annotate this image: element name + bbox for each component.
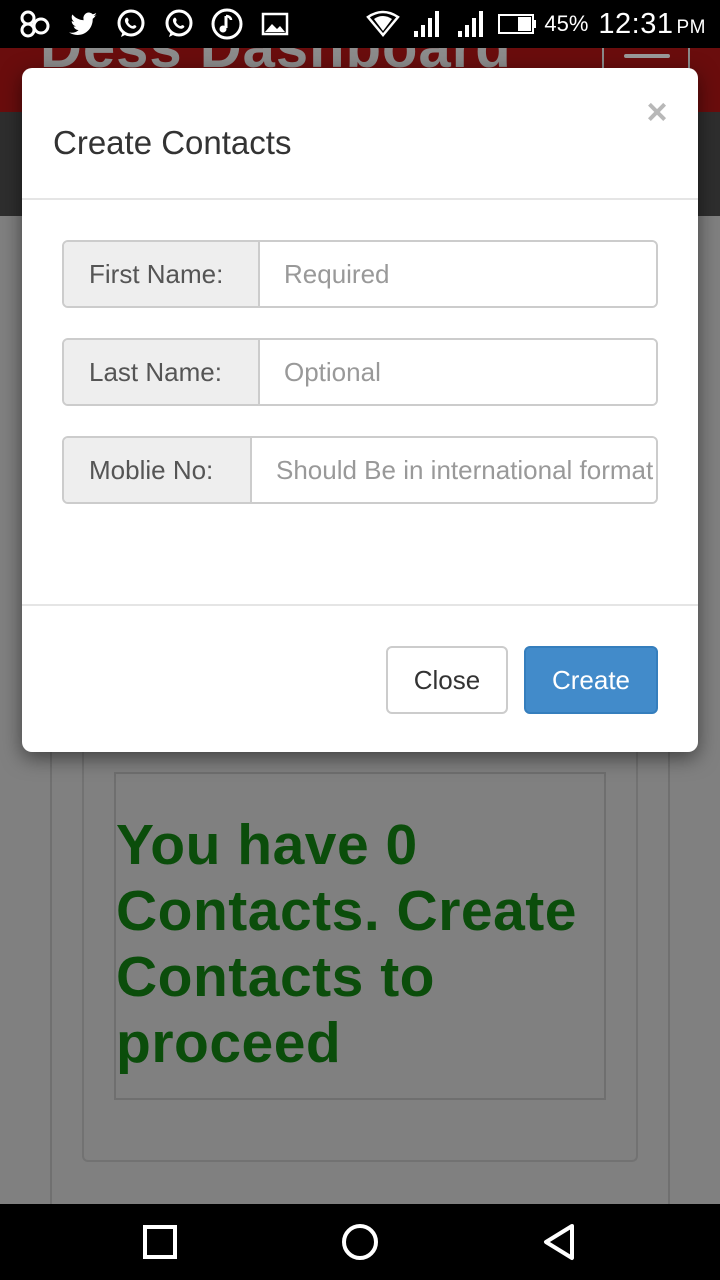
- mobile-no-input[interactable]: [252, 438, 656, 502]
- image-icon: [261, 12, 289, 36]
- battery-percent: 45%: [544, 11, 589, 36]
- clock-time: 12:31: [598, 7, 674, 40]
- twitter-icon: [69, 12, 97, 35]
- recent-apps-icon[interactable]: [138, 1220, 182, 1264]
- modal-title: Create Contacts: [53, 124, 292, 161]
- home-icon[interactable]: [338, 1220, 382, 1264]
- clock: 12:31 PM: [598, 8, 706, 41]
- empty-contacts-message: You have 0 Contacts. Create Contacts to …: [116, 813, 577, 1075]
- signal-icon: [458, 11, 484, 37]
- clock-ampm: PM: [676, 16, 706, 38]
- close-icon[interactable]: ×: [640, 92, 674, 132]
- first-name-group: First Name:: [62, 240, 658, 308]
- create-contacts-modal: Create Contacts × First Name: Last Name:…: [22, 68, 698, 752]
- notification-icons: [18, 6, 292, 42]
- whatsapp-icon: [117, 9, 145, 37]
- whatsapp-icon: [165, 9, 193, 37]
- status-bar: 45% 12:31 PM: [0, 0, 720, 48]
- close-button[interactable]: Close: [386, 646, 508, 714]
- battery-icon: [498, 14, 537, 34]
- create-button[interactable]: Create: [524, 646, 658, 714]
- last-name-label: Last Name:: [64, 340, 260, 404]
- back-icon[interactable]: [538, 1220, 582, 1264]
- wifi-icon: [366, 10, 401, 37]
- signal-icon: [414, 11, 440, 37]
- last-name-input[interactable]: [260, 340, 656, 404]
- first-name-input[interactable]: [260, 242, 656, 306]
- modal-footer: Close Create: [22, 604, 698, 752]
- status-indicators: 45% 12:31 PM: [366, 6, 706, 42]
- mobile-no-group: Moblie No:: [62, 436, 658, 504]
- modal-header: Create Contacts ×: [22, 68, 698, 200]
- navigation-bar: [0, 1204, 720, 1280]
- last-name-group: Last Name:: [62, 338, 658, 406]
- first-name-label: First Name:: [64, 242, 260, 306]
- menu-icon: [624, 54, 670, 58]
- app-notification-icon: [20, 10, 50, 38]
- music-icon: [211, 8, 243, 40]
- mobile-no-label: Moblie No:: [64, 438, 252, 502]
